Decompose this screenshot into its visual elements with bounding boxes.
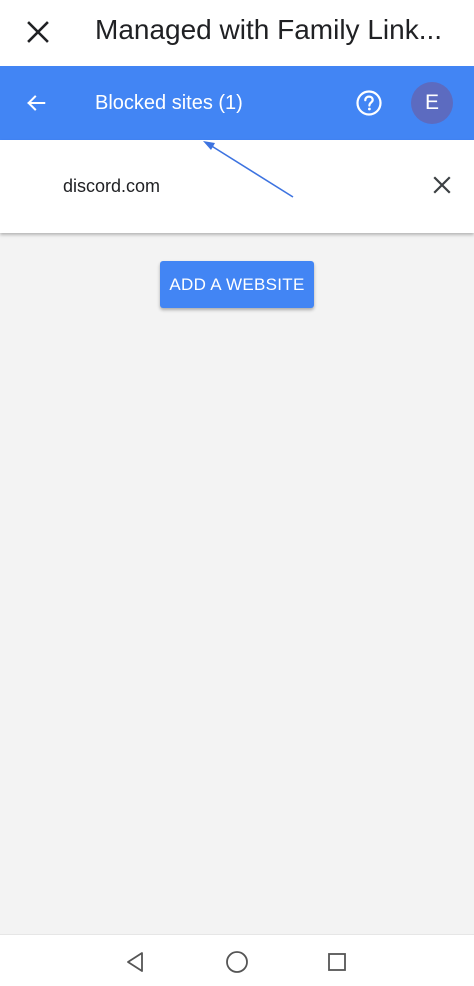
help-circle-icon — [356, 90, 382, 116]
arrow-left-icon — [27, 95, 46, 111]
system-navigation-bar — [0, 934, 474, 986]
circle-home-icon — [226, 951, 248, 973]
app-bar: Blocked sites (1) E — [0, 66, 474, 140]
page-title: Blocked sites (1) — [95, 92, 243, 114]
app-screen: Managed with Family Link... Blocked site… — [0, 0, 474, 986]
close-icon — [27, 21, 49, 43]
nav-home-button[interactable] — [220, 945, 254, 979]
triangle-back-icon — [127, 952, 143, 972]
nav-back-button[interactable] — [118, 945, 152, 979]
site-domain: discord.com — [63, 176, 161, 196]
avatar-letter: E — [424, 91, 439, 114]
add-website-button[interactable]: ADD A WEBSITE — [160, 261, 314, 308]
window-title: Managed with Family Link... — [95, 14, 443, 45]
title-bar: Managed with Family Link... — [0, 0, 474, 66]
nav-recents-button[interactable] — [320, 945, 354, 979]
square-recents-icon — [328, 953, 346, 971]
blocked-sites-list: discord.com — [0, 140, 474, 233]
back-button[interactable] — [16, 83, 56, 123]
help-button[interactable] — [349, 83, 389, 123]
account-avatar[interactable]: E — [411, 82, 453, 124]
close-icon — [433, 176, 451, 194]
remove-site-button[interactable] — [424, 167, 460, 203]
close-button[interactable] — [18, 12, 58, 52]
